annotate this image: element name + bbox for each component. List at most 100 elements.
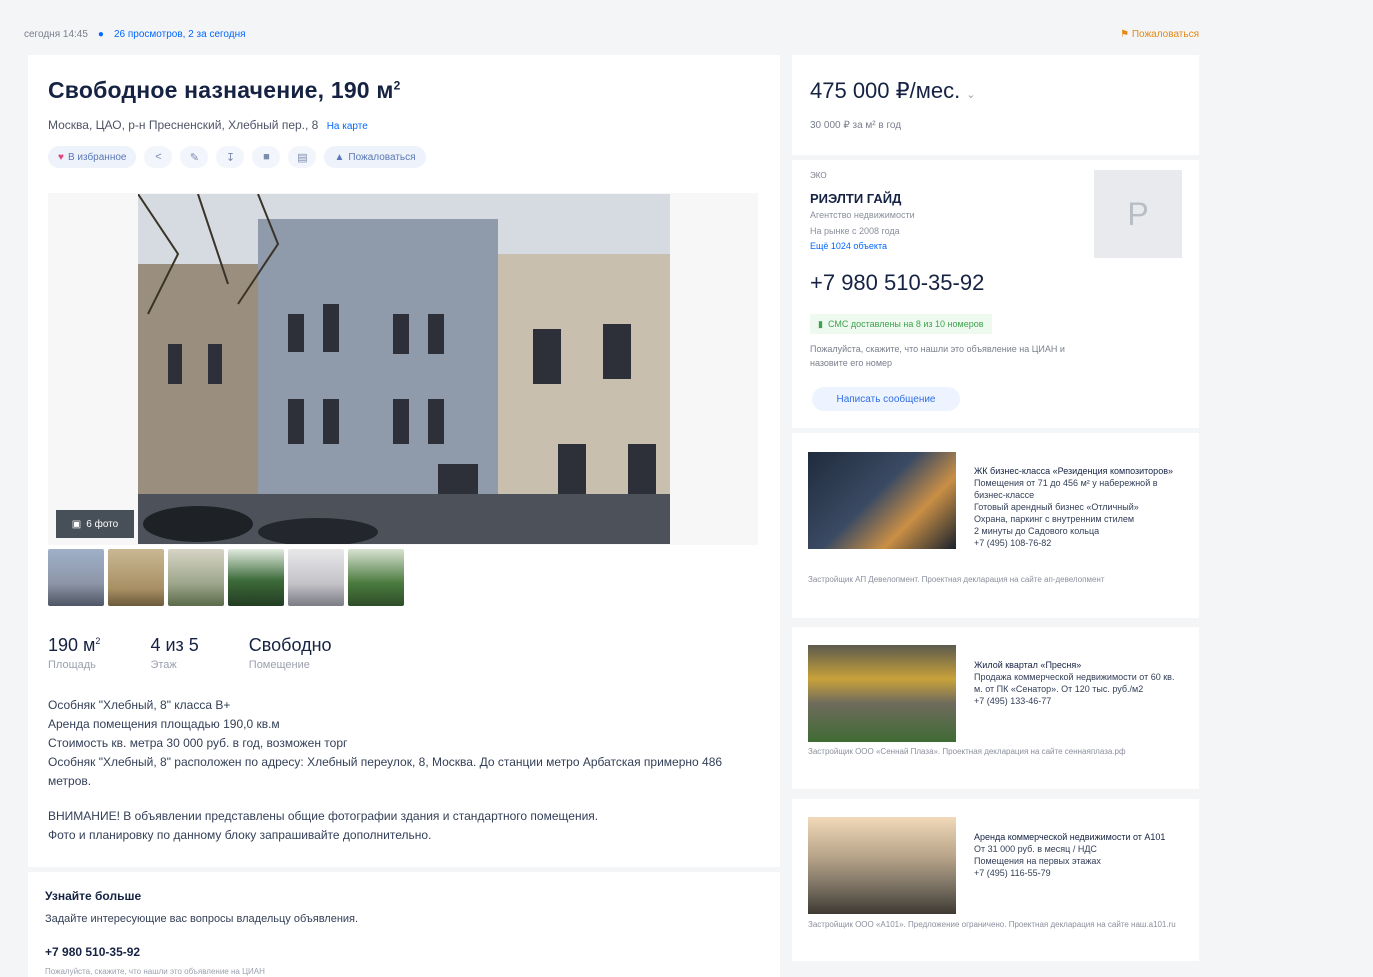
description-block: ВНИМАНИЕ! В объявлении представлены общи… (48, 807, 758, 845)
price-per-meter: 30 000 ₽ за м² в год (810, 120, 902, 131)
agent-phone[interactable]: +7 980 510-35-92 (810, 270, 984, 296)
stat-value-sup: 2 (95, 636, 101, 646)
stat-label: Площадь (48, 659, 96, 671)
stat-value-text: 190 м (48, 635, 96, 655)
complain-label: Пожаловаться (1131, 29, 1199, 40)
ad-line: +7 (495) 108-76-82 (974, 538, 1052, 548)
updated-time: сегодня 14:45 (24, 29, 88, 40)
agent-since: На рынке с 2008 года (810, 226, 900, 236)
ad-line: Жилой квартал «Пресня» (974, 660, 1082, 670)
ad-line: Помещения на первых этажах (974, 856, 1101, 866)
ad-text: ЖК бизнес-класса «Резиденция композиторо… (974, 465, 1184, 549)
edit-button[interactable]: ✎ (180, 146, 209, 168)
pencil-icon: ✎ (189, 151, 200, 164)
ad-line: +7 (495) 133-46-77 (974, 696, 1052, 706)
ad-line: ЖК бизнес-класса «Резиденция композиторо… (974, 466, 1173, 476)
description-line: Аренда помещения площадью 190,0 кв.м (48, 717, 280, 731)
listing-card: Свободное назначение, 190 м 2 Москва, ЦАО… (28, 55, 780, 867)
camera-icon: ▣ (71, 518, 82, 530)
thumbnail[interactable] (48, 549, 104, 606)
ad-line: Аренда коммерческой недвижимости от А101 (974, 832, 1166, 842)
learn-more-phone[interactable]: +7 980 510-35-92 (45, 945, 140, 959)
ad-developer: Застройщик АП Девелопмент. Проектная дек… (808, 575, 1105, 584)
stat-value-text: 4 из 5 (150, 635, 199, 655)
address: Москва, ЦАО, р-н Пресненский, Хлебный пе… (48, 118, 368, 132)
share-button[interactable]: < (144, 146, 173, 168)
chart-icon: ▤ (297, 151, 308, 164)
stat-area: 190 м2 Площадь (48, 635, 100, 671)
thumbnail[interactable] (108, 549, 164, 606)
description-line: Фото и планировку по данному блоку запра… (48, 828, 432, 842)
favorite-button[interactable]: ♥ В избранное (48, 146, 137, 168)
title-text: Свободное назначение, 190 м (48, 77, 394, 103)
stat-value-text: Свободно (248, 635, 332, 655)
ad-line: Охрана, паркинг с внутренним стилем (974, 514, 1135, 524)
ad-line: Помещения от 71 до 456 м² у набережной в… (974, 478, 1158, 500)
ad-developer: Застройщик ООО «Сеннай Плаза». Проектная… (808, 747, 1126, 756)
favorite-label: В избранное (67, 151, 127, 163)
flag-icon: ⚑ (1120, 29, 1130, 40)
write-message-button[interactable]: Написать сообщение (812, 387, 960, 411)
chevron-down-icon[interactable]: ⌄ (966, 89, 975, 101)
thumbnail[interactable] (288, 549, 344, 606)
learn-more-note: Пожалуйста, скажите, что нашли это объяв… (45, 967, 265, 976)
thumbnail[interactable] (228, 549, 284, 606)
description: Особняк "Хлебный, 8" класса B+ Аренда по… (48, 696, 758, 861)
ad-image (808, 645, 956, 742)
ad-image (808, 452, 956, 549)
views-info: сегодня 14:45 ● 26 просмотров, 2 за сего… (24, 29, 246, 40)
print-icon: ■ (263, 151, 270, 163)
main-photo[interactable] (138, 194, 670, 544)
thumbnail[interactable] (168, 549, 224, 606)
ad-card[interactable]: Аренда коммерческой недвижимости от А101… (792, 799, 1199, 961)
photo-count-label: 6 фото (86, 518, 119, 530)
sms-label: СМС доставлены на 8 из 10 номеров (827, 319, 984, 329)
photo-count-badge[interactable]: ▣ 6 фото (56, 510, 134, 538)
ad-image (808, 817, 956, 914)
price: 475 000 ₽/мес. ⌄ (810, 78, 975, 104)
ad-card[interactable]: Жилой квартал «Пресня» Продажа коммерчес… (792, 627, 1199, 789)
learn-more-heading: Узнайте больше (45, 889, 142, 903)
ad-developer: Застройщик ООО «А101». Предложение огран… (808, 920, 1176, 929)
stat-label: Помещение (248, 659, 310, 671)
ad-card[interactable]: ЖК бизнес-класса «Резиденция композиторо… (792, 433, 1199, 618)
stat-value: Свободно (249, 635, 332, 656)
agent-objects-link[interactable]: Ещё 1024 объекта (810, 241, 887, 251)
ad-line: 2 минуты до Садового кольца (974, 526, 1100, 536)
download-icon: ↧ (225, 151, 236, 164)
price-value: 475 000 ₽/мес. (810, 78, 961, 103)
description-line: ВНИМАНИЕ! В объявлении представлены общи… (48, 809, 599, 823)
ad-line: Готовый арендный бизнес «Отличный» (974, 502, 1139, 512)
agent-card: ЭКО РИЭЛТИ ГАЙД Агентство недвижимости Н… (792, 160, 1199, 428)
views-link[interactable]: 26 просмотров, 2 за сегодня (114, 29, 246, 40)
stat-premises: Свободно Помещение (249, 635, 332, 671)
report-button[interactable]: ▲ Пожаловаться (324, 146, 426, 168)
compare-button[interactable]: ▤ (288, 146, 317, 168)
address-text: Москва, ЦАО, р-н Пресненский, Хлебный пе… (48, 118, 319, 132)
ad-text: Жилой квартал «Пресня» Продажа коммерчес… (974, 659, 1184, 707)
heart-icon: ♥ (58, 151, 64, 163)
thumbnail-strip (48, 549, 404, 606)
avatar: P (1094, 170, 1182, 258)
description-line: Особняк "Хлебный, 8" расположен по адрес… (48, 755, 723, 788)
learn-more-card: Узнайте больше Задайте интересующие вас … (28, 872, 780, 977)
report-label: Пожаловаться (348, 151, 416, 163)
description-block: Особняк "Хлебный, 8" класса B+ Аренда по… (48, 696, 758, 791)
thumbnail[interactable] (348, 549, 404, 606)
photo-gallery: ▣ 6 фото (48, 193, 758, 545)
action-bar: ♥ В избранное < ✎ ↧ ■ ▤ ▲ Пожаловаться (48, 146, 426, 168)
stat-floor: 4 из 5 Этаж (150, 635, 198, 671)
agent-name[interactable]: РИЭЛТИ ГАЙД (810, 191, 901, 206)
complain-link[interactable]: ⚑ Пожаловаться (1120, 29, 1199, 40)
stat-label: Этаж (150, 659, 177, 671)
price-card: 475 000 ₽/мес. ⌄ 30 000 ₽ за м² в год (792, 55, 1199, 155)
agent-note: Пожалуйста, скажите, что нашли это объяв… (810, 344, 1065, 368)
print-button[interactable]: ■ (252, 146, 281, 168)
learn-more-subtitle: Задайте интересующие вас вопросы владель… (45, 913, 359, 925)
stat-value: 190 м2 (48, 635, 100, 656)
key-stats: 190 м2 Площадь 4 из 5 Этаж Свободно Поме… (48, 635, 382, 671)
sms-badge: ▮ СМС доставлены на 8 из 10 номеров (810, 314, 992, 334)
ad-line: От 31 000 руб. в месяц / НДС (974, 844, 1097, 854)
on-map-link[interactable]: На карте (327, 121, 368, 132)
download-button[interactable]: ↧ (216, 146, 245, 168)
